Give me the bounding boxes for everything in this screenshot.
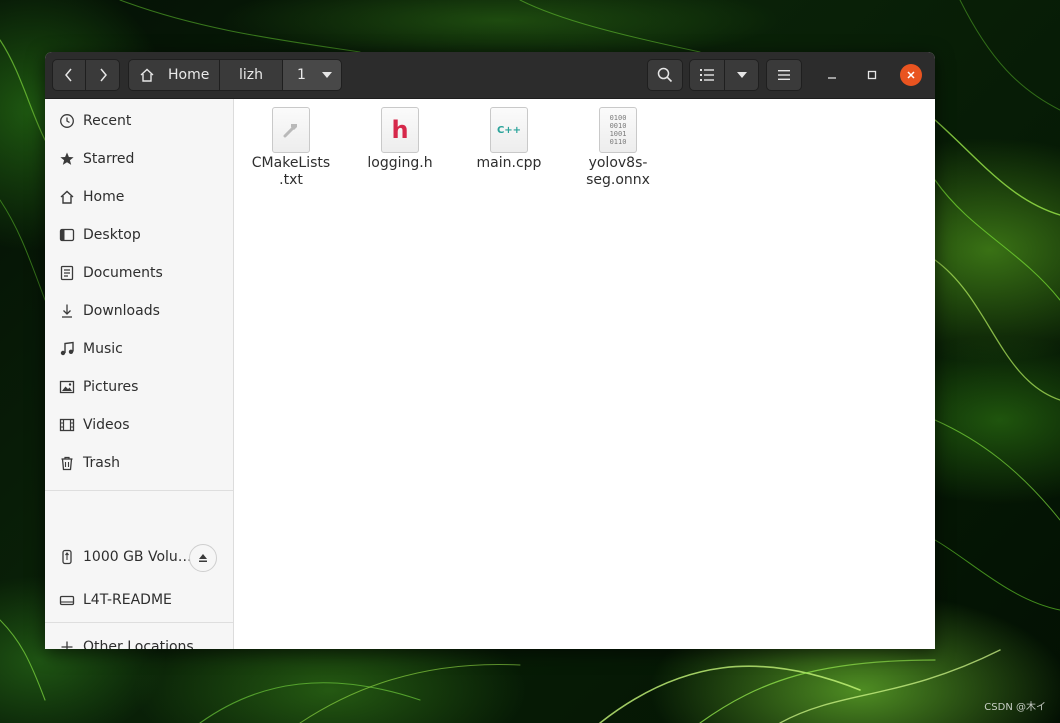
list-view-button[interactable] bbox=[689, 59, 725, 91]
video-icon bbox=[59, 417, 75, 433]
sidebar-item-videos[interactable]: Videos bbox=[45, 407, 233, 443]
file-name-line: .txt bbox=[279, 172, 303, 188]
sidebar-divider bbox=[45, 490, 233, 491]
path-home-label: Home bbox=[168, 67, 210, 83]
headerbar: Home lizh 1 bbox=[45, 52, 935, 99]
sidebar-item-label: Downloads bbox=[83, 303, 160, 319]
path-current-button[interactable]: 1 bbox=[282, 59, 342, 91]
sidebar-item-documents[interactable]: Documents bbox=[45, 255, 233, 291]
binary-file-icon: 0100 0010 1001 0110 bbox=[599, 107, 637, 153]
sidebar-item-music[interactable]: Music bbox=[45, 331, 233, 367]
sidebar-item-label: Pictures bbox=[83, 379, 139, 395]
file-item[interactable]: h logging.h bbox=[350, 107, 450, 172]
star-icon bbox=[59, 151, 75, 167]
maximize-icon bbox=[867, 70, 877, 80]
chevron-left-icon bbox=[65, 68, 72, 82]
path-home-button[interactable]: Home bbox=[128, 59, 220, 91]
binary-line: 0010 bbox=[609, 122, 627, 130]
sidebar-item-desktop[interactable]: Desktop bbox=[45, 217, 233, 253]
sidebar-item-starred[interactable]: Starred bbox=[45, 141, 233, 177]
sidebar-item-label: 1000 GB Volu… bbox=[83, 549, 192, 565]
file-name: yolov8s- seg.onnx bbox=[586, 155, 650, 189]
home-icon bbox=[140, 68, 154, 82]
eject-button[interactable] bbox=[189, 544, 217, 572]
file-name-line: main.cpp bbox=[476, 155, 542, 171]
path-current-label: 1 bbox=[297, 67, 306, 83]
close-icon bbox=[907, 71, 915, 79]
file-name-line: logging.h bbox=[367, 155, 433, 171]
back-button[interactable] bbox=[52, 59, 86, 91]
file-name: CMakeLists .txt bbox=[252, 155, 330, 189]
file-view[interactable]: CMakeLists .txt h logging.h C++ main.cpp bbox=[234, 99, 935, 649]
cpp-file-glyph: C++ bbox=[496, 124, 522, 136]
music-icon bbox=[59, 341, 75, 357]
file-name: logging.h bbox=[367, 155, 432, 172]
file-name: main.cpp bbox=[477, 155, 542, 172]
file-item[interactable]: CMakeLists .txt bbox=[241, 107, 341, 189]
file-name-line: CMakeLists bbox=[251, 155, 331, 171]
maximize-button[interactable] bbox=[860, 63, 884, 87]
file-item[interactable]: 0100 0010 1001 0110 yolov8s- seg.onnx bbox=[568, 107, 668, 189]
sidebar-item-trash[interactable]: Trash bbox=[45, 445, 233, 481]
desktop-icon bbox=[59, 227, 75, 243]
sidebar-item-label: Starred bbox=[83, 151, 135, 167]
sidebar-item-pictures[interactable]: Pictures bbox=[45, 369, 233, 405]
trash-icon bbox=[59, 455, 75, 471]
binary-glyph: 0100 0010 1001 0110 bbox=[610, 114, 627, 146]
sidebar-item-label: Documents bbox=[83, 265, 163, 281]
close-button[interactable] bbox=[900, 64, 922, 86]
file-name-line: yolov8s- bbox=[588, 155, 648, 171]
sidebar-divider bbox=[45, 622, 233, 623]
eject-icon bbox=[199, 554, 207, 562]
header-file-glyph: h bbox=[391, 116, 409, 144]
sidebar-item-label: Music bbox=[83, 341, 123, 357]
binary-line: 0100 bbox=[609, 114, 627, 122]
sidebar-item-label: Videos bbox=[83, 417, 130, 433]
search-button[interactable] bbox=[647, 59, 683, 91]
chevron-right-icon bbox=[99, 68, 107, 82]
list-view-icon bbox=[700, 69, 714, 81]
drive-icon bbox=[59, 592, 75, 608]
sidebar-item-other-locations[interactable]: Other Locations bbox=[45, 629, 233, 649]
cmake-script-icon bbox=[272, 107, 310, 153]
home-icon bbox=[59, 189, 75, 205]
file-item[interactable]: C++ main.cpp bbox=[459, 107, 559, 172]
minimize-icon bbox=[828, 77, 836, 79]
clock-icon bbox=[59, 113, 75, 129]
document-icon bbox=[59, 265, 75, 281]
header-file-icon: h bbox=[381, 107, 419, 153]
path-segment-lizh[interactable]: lizh bbox=[219, 59, 283, 91]
watermark: CSDN @木イ bbox=[984, 702, 1046, 713]
binary-line: 0110 bbox=[609, 138, 627, 146]
forward-button[interactable] bbox=[85, 59, 120, 91]
sidebar-item-label: Recent bbox=[83, 113, 132, 129]
desktop: Home lizh 1 Recent Starred Home Desktop … bbox=[0, 0, 1060, 723]
path-segment-label: lizh bbox=[238, 67, 263, 83]
file-manager-window: Home lizh 1 Recent Starred Home Desktop … bbox=[45, 52, 935, 649]
view-options-button[interactable] bbox=[724, 59, 759, 91]
sidebar-item-downloads[interactable]: Downloads bbox=[45, 293, 233, 329]
cpp-file-icon: C++ bbox=[490, 107, 528, 153]
download-icon bbox=[59, 303, 75, 319]
sidebar-item-l4t-readme[interactable]: L4T-README bbox=[45, 582, 233, 618]
caret-down-icon bbox=[321, 72, 332, 78]
picture-icon bbox=[59, 379, 75, 395]
caret-down-icon bbox=[736, 72, 747, 78]
usb-drive-icon bbox=[59, 549, 75, 565]
sidebar-item-label: Desktop bbox=[83, 227, 141, 243]
sidebar: Recent Starred Home Desktop Documents Do… bbox=[45, 99, 234, 649]
plus-icon bbox=[59, 639, 75, 649]
file-name-line: seg.onnx bbox=[586, 172, 650, 188]
sidebar-item-home[interactable]: Home bbox=[45, 179, 233, 215]
sidebar-item-label: Trash bbox=[83, 455, 120, 471]
sidebar-item-label: Home bbox=[83, 189, 125, 205]
binary-line: 1001 bbox=[609, 130, 627, 138]
hamburger-menu-icon bbox=[778, 70, 790, 80]
sidebar-item-label: L4T-README bbox=[83, 592, 172, 608]
search-icon bbox=[657, 67, 673, 83]
sidebar-item-label: Other Locations bbox=[83, 639, 194, 649]
minimize-button[interactable] bbox=[820, 63, 844, 87]
main-menu-button[interactable] bbox=[766, 59, 802, 91]
sidebar-item-recent[interactable]: Recent bbox=[45, 103, 233, 139]
